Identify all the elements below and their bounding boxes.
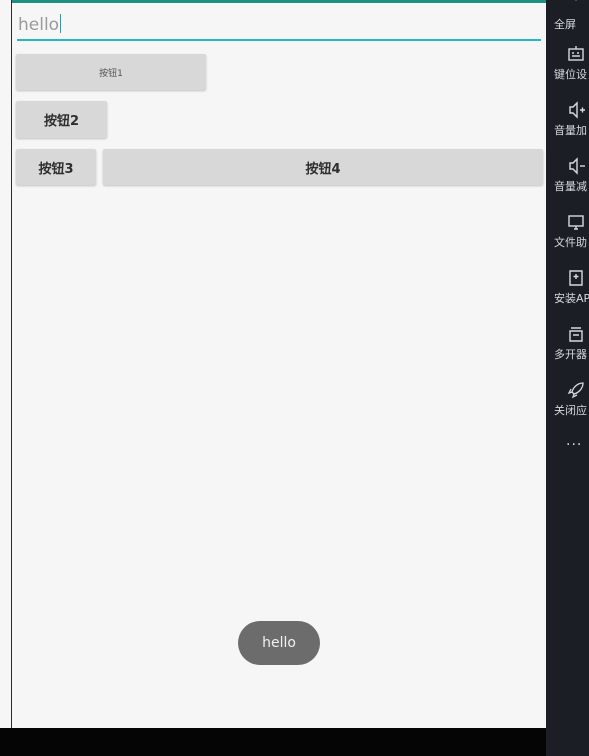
tool-label-keymap: 键位设 <box>554 68 587 81</box>
more-options-button[interactable]: ··· <box>566 437 582 453</box>
tool-label-install-apk: 安装AP <box>554 292 589 305</box>
tool-file-helper[interactable]: 文件助 <box>546 212 589 250</box>
volume-down-icon <box>546 156 589 176</box>
install-apk-icon <box>546 268 589 288</box>
screen-bezel <box>0 0 12 728</box>
rocket-icon <box>546 380 589 400</box>
tool-label-volume-down: 音量减 <box>554 180 587 193</box>
tool-volume-up[interactable]: 音量加 <box>546 100 589 138</box>
button-2[interactable]: 按钮2 <box>16 101 107 138</box>
tool-label-close-app: 关闭应 <box>554 404 587 417</box>
tool-label-multi-open: 多开器 <box>554 348 587 361</box>
edit-text-input[interactable]: hello <box>17 13 541 41</box>
tool-label-volume-up: 音量加 <box>554 124 587 137</box>
emulator-screen: hello 按钮1 按钮2 按钮3 按钮4 hello <box>12 0 546 728</box>
edit-text-value: hello <box>18 15 60 35</box>
fullscreen-icon <box>546 0 589 14</box>
tool-label-file-helper: 文件助 <box>554 236 587 249</box>
tool-fullscreen[interactable]: 全屏 <box>546 0 589 32</box>
volume-up-icon <box>546 100 589 120</box>
toast-message: hello <box>238 621 320 665</box>
button-3[interactable]: 按钮3 <box>16 149 96 185</box>
tool-label-fullscreen: 全屏 <box>554 18 576 31</box>
navigation-bar <box>0 728 546 756</box>
keyboard-icon <box>546 44 589 64</box>
emulator-toolbar: 全屏 键位设 音量加 音量减 文件助 安装AP 多开器 关闭应 ··· <box>546 0 589 756</box>
file-helper-icon <box>546 212 589 232</box>
tool-install-apk[interactable]: 安装AP <box>546 268 589 306</box>
tool-volume-down[interactable]: 音量减 <box>546 156 589 194</box>
button-4[interactable]: 按钮4 <box>103 149 543 185</box>
button-1[interactable]: 按钮1 <box>16 54 206 90</box>
multi-open-icon <box>546 324 589 344</box>
text-caret <box>60 14 62 33</box>
tool-multi-open[interactable]: 多开器 <box>546 324 589 362</box>
tool-close-app[interactable]: 关闭应 <box>546 380 589 418</box>
tool-keymap[interactable]: 键位设 <box>546 44 589 82</box>
